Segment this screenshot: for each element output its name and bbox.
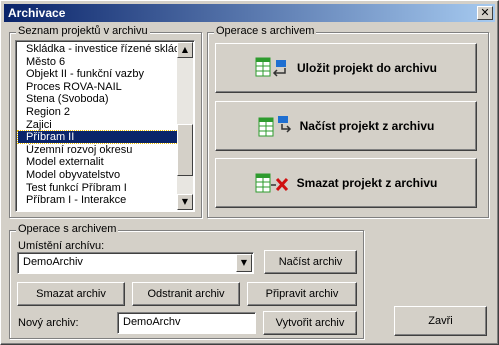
archive-panel-legend: Operace s archivem bbox=[16, 223, 119, 235]
archive-operations-legend: Operace s archivem bbox=[214, 25, 317, 37]
list-item[interactable]: Územní rozvoj okresu bbox=[18, 144, 184, 156]
list-item[interactable]: Test funkcí Příbram I bbox=[18, 182, 184, 194]
load-archive-button[interactable]: Načíst archiv bbox=[264, 250, 357, 274]
new-archive-label: Nový archiv: bbox=[18, 317, 79, 329]
close-window-button[interactable]: ✕ bbox=[477, 6, 493, 20]
table-import-icon bbox=[258, 116, 291, 137]
save-project-button[interactable]: Uložit projekt do archivu bbox=[215, 43, 477, 93]
delete-archive-button[interactable]: Smazat archiv bbox=[17, 282, 125, 306]
list-item[interactable]: Zajici bbox=[18, 119, 184, 131]
scroll-down-button[interactable]: ▼ bbox=[177, 194, 193, 210]
list-item[interactable]: Model externalit bbox=[18, 156, 184, 168]
list-item[interactable]: Příbram II bbox=[17, 130, 185, 145]
load-project-button[interactable]: Načíst projekt z archivu bbox=[215, 101, 477, 151]
list-item[interactable]: Příbram I - Interakce bbox=[18, 194, 184, 206]
archive-location-label: Umístění archívu: bbox=[18, 240, 105, 252]
scroll-thumb[interactable] bbox=[177, 124, 193, 176]
list-item[interactable]: Model obyvatelstvo bbox=[18, 169, 184, 181]
table-export-icon bbox=[255, 57, 286, 77]
archive-location-value: DemoArchiv bbox=[23, 256, 83, 268]
title-bar[interactable]: Archivace ✕ bbox=[4, 4, 495, 22]
archive-location-combobox[interactable]: DemoArchiv ▼ bbox=[17, 252, 254, 274]
new-archive-input[interactable]: DemoArchv bbox=[117, 312, 256, 334]
delete-project-label: Smazat projekt z archivu bbox=[296, 176, 438, 190]
load-project-label: Načíst projekt z archivu bbox=[299, 119, 435, 133]
list-item[interactable]: Region 2 bbox=[18, 106, 184, 118]
table-delete-icon bbox=[255, 173, 288, 193]
archivace-dialog: Archivace ✕ Seznam projektů v archivu Sk… bbox=[0, 0, 499, 345]
project-list-legend: Seznam projektů v archivu bbox=[16, 25, 150, 37]
scroll-up-button[interactable]: ▲ bbox=[177, 42, 193, 58]
list-item[interactable]: Objekt II - funkční vazby bbox=[18, 68, 184, 80]
project-list-scrollbar[interactable]: ▲ ▼ bbox=[177, 42, 193, 210]
save-project-label: Uložit projekt do archivu bbox=[296, 61, 437, 75]
project-listbox[interactable]: Skládka - investice řízené skládk Město 6… bbox=[15, 40, 195, 212]
close-button[interactable]: Zavři bbox=[394, 306, 487, 336]
prepare-archive-button[interactable]: Připravit archiv bbox=[247, 282, 357, 306]
list-item[interactable]: Město 6 bbox=[18, 56, 184, 68]
create-archive-button[interactable]: Vytvořit archiv bbox=[263, 311, 357, 335]
delete-project-button[interactable]: Smazat projekt z archivu bbox=[215, 158, 477, 208]
list-item[interactable]: Stena (Svoboda) bbox=[18, 93, 184, 105]
chevron-down-icon[interactable]: ▼ bbox=[236, 254, 252, 272]
list-item[interactable]: Skládka - investice řízené skládk bbox=[18, 43, 184, 55]
remove-archive-button[interactable]: Odstranit archiv bbox=[132, 282, 240, 306]
list-item[interactable]: Proces ROVA-NAIL bbox=[18, 81, 184, 93]
window-title: Archivace bbox=[8, 6, 66, 20]
